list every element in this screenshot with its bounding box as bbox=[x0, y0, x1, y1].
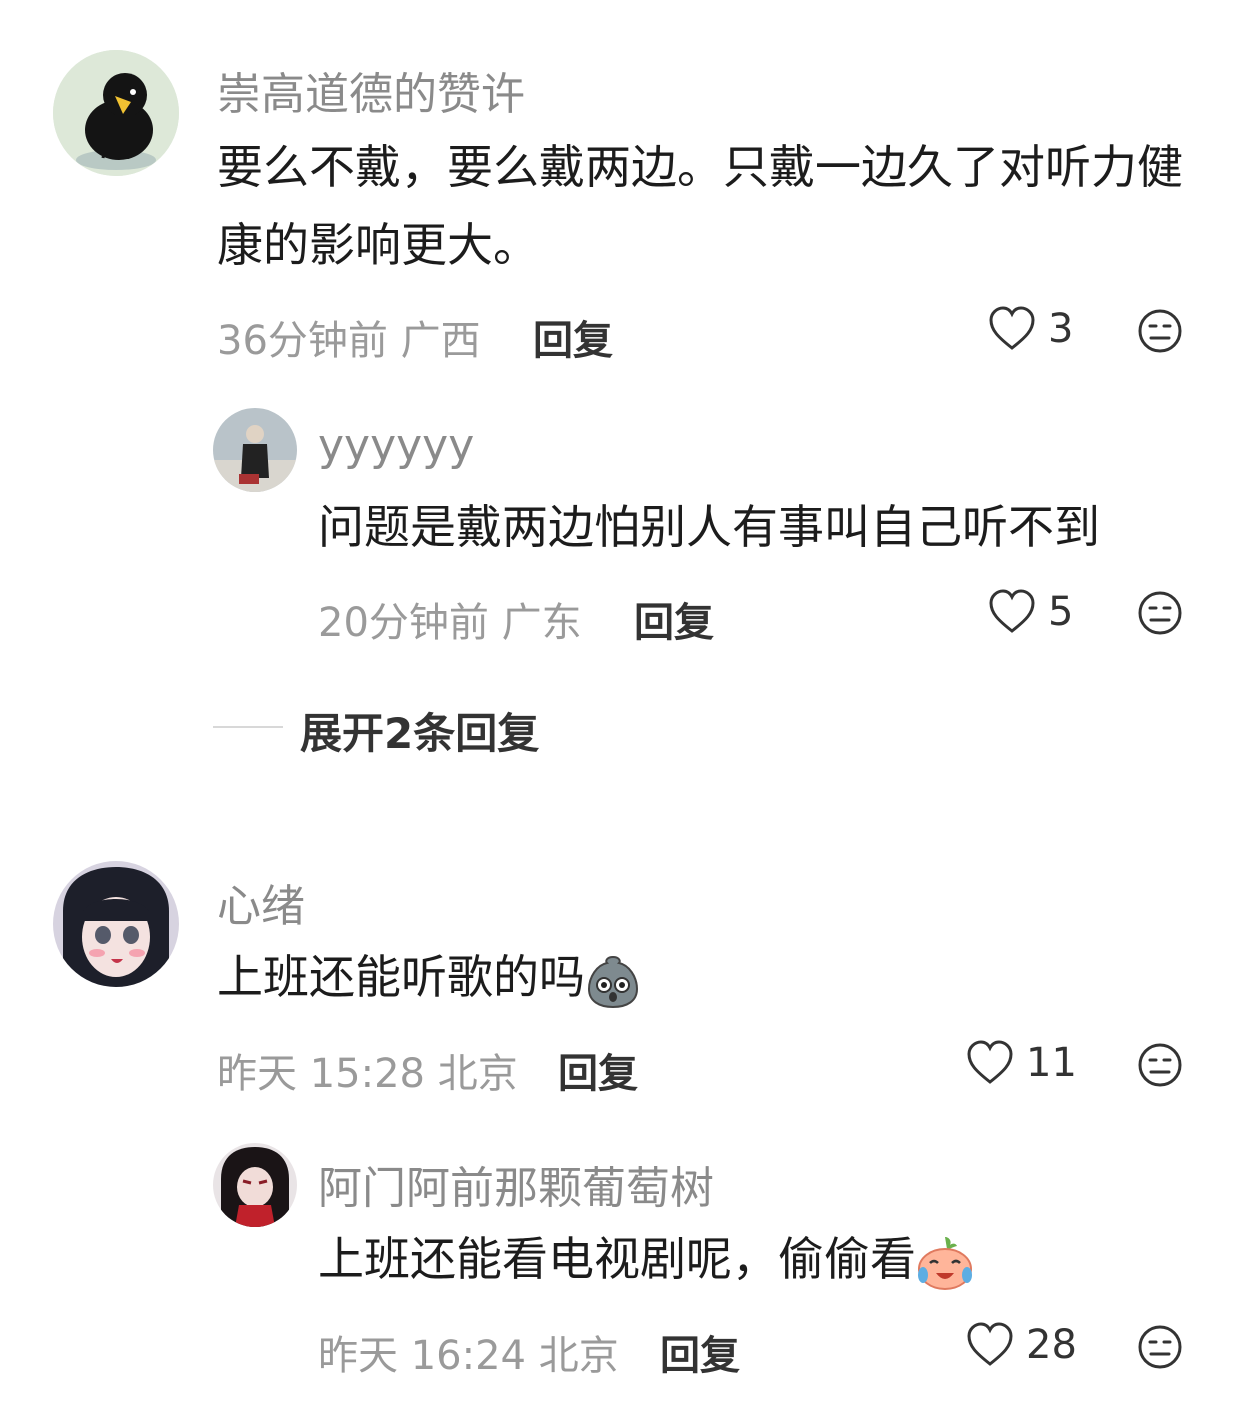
like-button[interactable]: 3 bbox=[988, 306, 1073, 352]
avatar[interactable] bbox=[53, 50, 179, 176]
comment-text-row: 上班还能听歌的吗 bbox=[217, 938, 1207, 1016]
heart-icon bbox=[989, 306, 1035, 350]
heart-icon bbox=[967, 1040, 1013, 1084]
expand-divider bbox=[213, 726, 283, 728]
reply-username[interactable]: yyyyyy bbox=[318, 420, 474, 471]
shocked-potato-emoji bbox=[587, 955, 639, 1008]
comment-time-location: 昨天 15:28 北京 bbox=[217, 1051, 518, 1097]
dislike-face-icon[interactable] bbox=[1137, 308, 1183, 354]
like-button[interactable]: 5 bbox=[988, 589, 1073, 635]
comment-username[interactable]: 崇高道德的赞许 bbox=[217, 58, 525, 122]
like-count: 5 bbox=[1048, 589, 1074, 635]
avatar[interactable] bbox=[53, 861, 179, 987]
avatar[interactable] bbox=[213, 408, 297, 492]
expand-replies-button[interactable]: 展开2条回复 bbox=[300, 700, 539, 761]
reply-button[interactable]: 回复 bbox=[558, 1041, 638, 1099]
reply-button[interactable]: 回复 bbox=[634, 590, 714, 648]
crying-laughing-peach-emoji bbox=[918, 1236, 972, 1290]
reply-text-row: 上班还能看电视剧呢，偷偷看 bbox=[318, 1220, 1218, 1298]
like-button[interactable]: 11 bbox=[966, 1040, 1077, 1086]
reply-time-location: 昨天 16:24 北京 bbox=[318, 1333, 619, 1379]
avatar[interactable] bbox=[213, 1143, 297, 1227]
dislike-face-icon[interactable] bbox=[1137, 590, 1183, 636]
like-count: 3 bbox=[1048, 306, 1074, 352]
reply-text: 上班还能看电视剧呢，偷偷看 bbox=[318, 1232, 916, 1286]
comment-text: 上班还能听歌的吗 bbox=[217, 950, 585, 1004]
comment-time-location: 36分钟前 广西 bbox=[217, 318, 481, 364]
reply-username[interactable]: 阿门阿前那颗葡萄树 bbox=[318, 1152, 714, 1216]
reply-text: 问题是戴两边怕别人有事叫自己听不到 bbox=[318, 500, 1100, 554]
dislike-face-icon[interactable] bbox=[1137, 1324, 1183, 1370]
dislike-face-icon[interactable] bbox=[1137, 1042, 1183, 1088]
like-count: 28 bbox=[1026, 1322, 1077, 1368]
like-count: 11 bbox=[1026, 1040, 1077, 1086]
reply-button[interactable]: 回复 bbox=[660, 1323, 740, 1381]
reply-time-location: 20分钟前 广东 bbox=[318, 600, 582, 646]
comment-text: 要么不戴，要么戴两边。只戴一边久了对听力健康的影响更大。 bbox=[217, 140, 1183, 272]
comment-username[interactable]: 心绪 bbox=[217, 870, 305, 934]
reply-button[interactable]: 回复 bbox=[533, 308, 613, 366]
heart-icon bbox=[967, 1322, 1013, 1366]
heart-icon bbox=[989, 589, 1035, 633]
like-button[interactable]: 28 bbox=[966, 1322, 1077, 1368]
